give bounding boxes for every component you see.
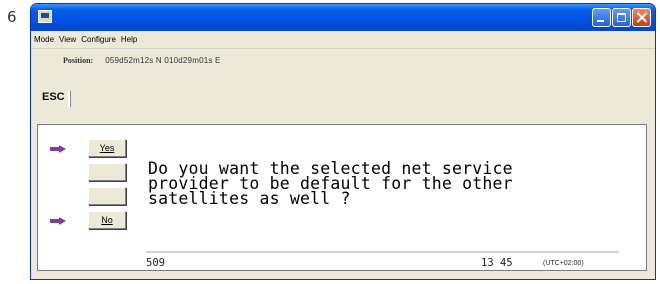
status-time: 13 45 bbox=[481, 257, 513, 269]
soft-key-2-button[interactable] bbox=[88, 163, 126, 181]
menu-configure[interactable]: Configure bbox=[81, 35, 121, 44]
yes-button-label: Yes bbox=[99, 143, 115, 153]
no-button-label: No bbox=[101, 215, 113, 225]
status-divider bbox=[146, 251, 619, 253]
position-value: 059d52m12s N 010d29m01s E bbox=[105, 55, 221, 65]
menu-bar: Mode View Configure Help bbox=[31, 31, 655, 49]
dialog-message: Do you want the selected net service pro… bbox=[148, 159, 513, 208]
toolbar: ESC bbox=[31, 88, 655, 110]
close-icon[interactable] bbox=[632, 8, 651, 27]
esc-button[interactable]: ESC bbox=[39, 91, 70, 107]
page-number: 6 bbox=[7, 8, 17, 26]
arrow-right-icon bbox=[50, 217, 66, 225]
arrow-right-icon bbox=[50, 145, 66, 153]
app-icon[interactable] bbox=[38, 10, 52, 23]
application-window: Mode View Configure Help Position: 059d5… bbox=[30, 3, 656, 280]
maximize-icon[interactable] bbox=[612, 8, 631, 27]
menu-view[interactable]: View bbox=[59, 35, 81, 44]
position-label: Position: bbox=[63, 55, 94, 65]
menu-help[interactable]: Help bbox=[121, 35, 142, 44]
status-code: 509 bbox=[146, 257, 165, 269]
no-button[interactable]: No bbox=[88, 211, 126, 229]
minimize-icon[interactable] bbox=[592, 8, 611, 27]
yes-button[interactable]: Yes bbox=[88, 139, 126, 157]
title-bar[interactable] bbox=[31, 4, 655, 31]
menu-mode[interactable]: Mode bbox=[34, 35, 59, 44]
position-row: Position: 059d52m12s N 010d29m01s E bbox=[31, 50, 655, 70]
soft-key-3-button[interactable] bbox=[88, 187, 126, 205]
dialog-panel: Yes No Do you want the selected net serv… bbox=[37, 124, 647, 271]
status-timezone: (UTC+02:00) bbox=[543, 260, 584, 267]
